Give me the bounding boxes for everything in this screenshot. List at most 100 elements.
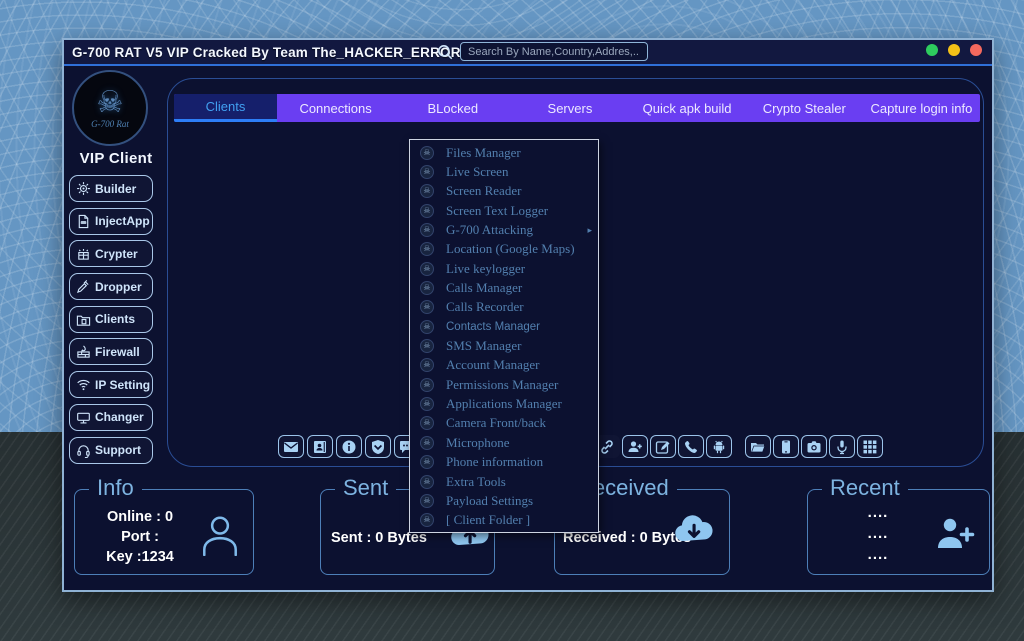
skull-icon: ☠ (420, 358, 434, 372)
skull-icon: ☠ (420, 455, 434, 469)
edit-icon (655, 439, 671, 455)
menu-item-permissions-manager[interactable]: ☠Permissions Manager (410, 375, 598, 394)
menu-item-screen-reader[interactable]: ☠Screen Reader (410, 182, 598, 201)
mic-icon (834, 439, 850, 455)
person-add-button[interactable] (622, 435, 648, 458)
recent-panel-legend: Recent (822, 475, 908, 501)
phone-button[interactable] (678, 435, 704, 458)
recent-entry: .... (838, 502, 918, 523)
menu-item-live-screen[interactable]: ☠Live Screen (410, 162, 598, 181)
contact-card-button[interactable] (307, 435, 333, 458)
shield-download-icon (370, 439, 386, 455)
window-button-green[interactable] (926, 44, 938, 56)
folder-icon (76, 312, 91, 327)
toolbar-left (278, 435, 420, 458)
tab-bar: Clients Connections BLocked Servers Quic… (174, 94, 980, 122)
search-input[interactable] (460, 42, 648, 61)
smartphone-icon (778, 439, 794, 455)
menu-item-payload-settings[interactable]: ☠Payload Settings (410, 491, 598, 510)
envelope-button[interactable] (278, 435, 304, 458)
skull-icon: ☠ (420, 436, 434, 450)
menu-item-extra-tools[interactable]: ☠Extra Tools (410, 472, 598, 491)
window-title: G-700 RAT V5 VIP Cracked By Team The_HAC… (64, 45, 461, 60)
skull-icon: ☠ (420, 397, 434, 411)
android-icon (711, 439, 727, 455)
skull-logo-icon: ☠ (97, 88, 124, 118)
skull-icon: ☠ (420, 475, 434, 489)
tab-connections[interactable]: Connections (277, 94, 394, 122)
ip-setting-button[interactable]: IP Setting (69, 371, 153, 398)
injectapp-button[interactable]: InjectApp (69, 208, 153, 235)
support-button[interactable]: Support (69, 437, 153, 464)
smartphone-button[interactable] (773, 435, 799, 458)
logo-text: G-700 Rat (91, 119, 129, 129)
edit-button[interactable] (650, 435, 676, 458)
mic-button[interactable] (829, 435, 855, 458)
menu-item-phone-information[interactable]: ☠Phone information (410, 453, 598, 472)
info-button[interactable] (336, 435, 362, 458)
skull-icon: ☠ (420, 281, 434, 295)
grid-icon (862, 439, 878, 455)
tab-servers[interactable]: Servers (511, 94, 628, 122)
eyedropper-icon (76, 279, 91, 294)
menu-item-account-manager[interactable]: ☠Account Manager (410, 356, 598, 375)
changer-button[interactable]: Changer (69, 404, 153, 431)
menu-item-client-folder[interactable]: ☠[ Client Folder ] (410, 511, 598, 530)
android-button[interactable] (706, 435, 732, 458)
info-panel: Info Online : 0 Port : Key :1234 (74, 489, 254, 575)
menu-item-screen-text-logger[interactable]: ☠Screen Text Logger (410, 201, 598, 220)
skull-icon: ☠ (420, 223, 434, 237)
info-icon (341, 439, 357, 455)
headset-icon (76, 443, 91, 458)
recent-entry: .... (838, 523, 918, 544)
grid-button[interactable] (857, 435, 883, 458)
shield-download-button[interactable] (365, 435, 391, 458)
title-bar[interactable]: G-700 RAT V5 VIP Cracked By Team The_HAC… (64, 40, 992, 66)
skull-icon: ☠ (420, 378, 434, 392)
menu-item-files-manager[interactable]: ☠Files Manager (410, 143, 598, 162)
envelope-icon (283, 439, 299, 455)
menu-item-g700-attacking[interactable]: ☠G-700 Attacking▸ (410, 220, 598, 239)
tab-quick-apk-build[interactable]: Quick apk build (629, 94, 746, 122)
clients-button[interactable]: Clients (69, 306, 153, 333)
menu-item-sms-manager[interactable]: ☠SMS Manager (410, 336, 598, 355)
client-context-menu: ☠Files Manager ☠Live Screen ☠Screen Read… (409, 139, 599, 533)
menu-item-contacts-manager[interactable]: ☠Contacts Manager (410, 317, 598, 336)
dropper-button[interactable]: Dropper (69, 273, 153, 300)
sent-panel-legend: Sent (335, 475, 396, 501)
firewall-button[interactable]: Firewall (69, 338, 153, 365)
skull-icon: ☠ (420, 262, 434, 276)
tab-crypto-stealer[interactable]: Crypto Stealer (746, 94, 863, 122)
search-icon (436, 43, 454, 61)
firewall-icon (76, 344, 91, 359)
camera-button[interactable] (801, 435, 827, 458)
menu-item-live-keylogger[interactable]: ☠Live keylogger (410, 259, 598, 278)
app-window: G-700 RAT V5 VIP Cracked By Team The_HAC… (62, 38, 994, 592)
tab-clients[interactable]: Clients (174, 94, 277, 122)
app-logo: ☠ G-700 Rat (72, 70, 148, 146)
window-button-red[interactable] (970, 44, 982, 56)
menu-item-location[interactable]: ☠Location (Google Maps) (410, 240, 598, 259)
tab-capture-login-info[interactable]: Capture login info (863, 94, 980, 122)
folder-open-button[interactable] (745, 435, 771, 458)
skull-icon: ☠ (420, 184, 434, 198)
window-button-yellow[interactable] (948, 44, 960, 56)
camera-icon (806, 439, 822, 455)
toolbar-gap (734, 435, 743, 458)
menu-item-applications-manager[interactable]: ☠Applications Manager (410, 394, 598, 413)
apk-file-icon (76, 214, 91, 229)
skull-icon: ☠ (420, 146, 434, 160)
cloud-download-icon (671, 512, 719, 551)
recent-entry: .... (838, 544, 918, 565)
tab-blocked[interactable]: BLocked (394, 94, 511, 122)
skull-icon: ☠ (420, 339, 434, 353)
crypter-button[interactable]: Crypter (69, 240, 153, 267)
builder-button[interactable]: Builder (69, 175, 153, 202)
menu-item-calls-manager[interactable]: ☠Calls Manager (410, 278, 598, 297)
skull-icon: ☠ (420, 165, 434, 179)
menu-item-camera-front-back[interactable]: ☠Camera Front/back (410, 414, 598, 433)
menu-item-calls-recorder[interactable]: ☠Calls Recorder (410, 298, 598, 317)
menu-item-microphone[interactable]: ☠Microphone (410, 433, 598, 452)
gift-box-icon (76, 246, 91, 261)
online-count: Online : 0 (85, 507, 195, 527)
